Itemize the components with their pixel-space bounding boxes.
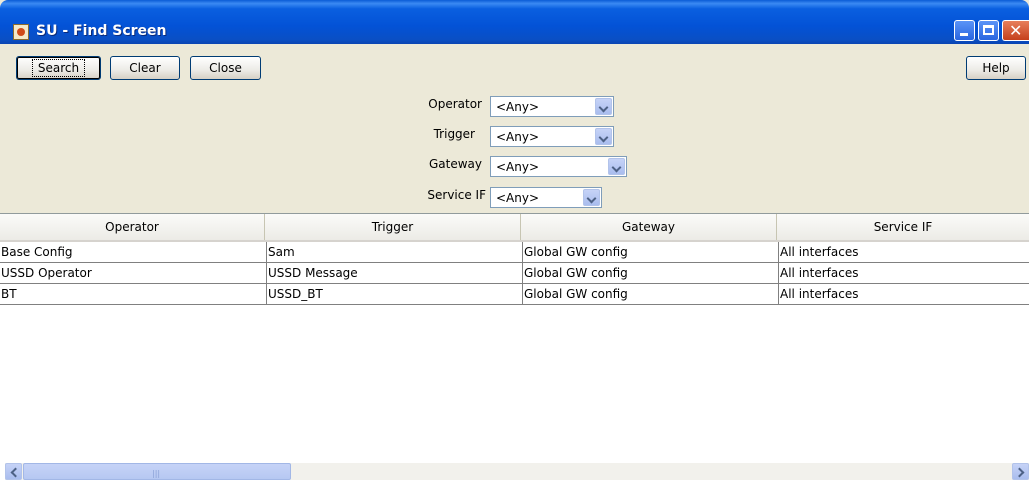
- cell-trigger: USSD Message: [267, 263, 523, 284]
- maximize-icon[interactable]: [978, 20, 999, 41]
- cell-gateway: Global GW config: [523, 263, 779, 284]
- service-if-label: Service IF: [427, 188, 486, 202]
- scrollbar-grip: |||: [152, 469, 161, 478]
- gateway-combo[interactable]: <Any>: [490, 156, 627, 177]
- cell-gateway: Global GW config: [523, 284, 779, 305]
- operator-label: Operator: [428, 97, 482, 111]
- chevron-down-icon[interactable]: [595, 128, 612, 145]
- operator-combo-value: <Any>: [496, 100, 540, 114]
- cell-operator: USSD Operator: [0, 263, 267, 284]
- chevron-down-icon[interactable]: [595, 98, 612, 115]
- search-button-label: Search: [31, 59, 86, 77]
- close-button[interactable]: Close: [190, 56, 261, 80]
- chevron-down-icon[interactable]: [583, 189, 600, 206]
- title-bar[interactable]: SU - Find Screen ✕: [0, 0, 1029, 44]
- chevron-down-icon[interactable]: [608, 158, 625, 175]
- cell-trigger: USSD_BT: [267, 284, 523, 305]
- service-if-combo-value: <Any>: [496, 191, 540, 205]
- column-header-trigger[interactable]: Trigger: [265, 214, 521, 240]
- gateway-label: Gateway: [428, 157, 482, 171]
- scroll-right-icon[interactable]: [1012, 463, 1029, 480]
- close-icon[interactable]: ✕: [1002, 20, 1029, 41]
- search-button[interactable]: Search: [16, 56, 101, 80]
- cell-operator: Base Config: [0, 242, 267, 263]
- gateway-combo-value: <Any>: [496, 160, 540, 174]
- clear-button[interactable]: Clear: [110, 56, 180, 80]
- table-header: Operator Trigger Gateway Service IF: [0, 214, 1029, 242]
- cell-service-if: All interfaces: [779, 242, 1029, 263]
- scroll-left-icon[interactable]: [5, 463, 22, 480]
- table-row[interactable]: Base Config Sam Global GW config All int…: [0, 242, 1029, 263]
- column-header-operator[interactable]: Operator: [0, 214, 265, 240]
- service-if-combo[interactable]: <Any>: [490, 187, 602, 208]
- help-button-label: Help: [982, 61, 1010, 75]
- close-button-label: Close: [209, 61, 242, 75]
- minimize-icon[interactable]: [954, 20, 975, 41]
- table-row[interactable]: BT USSD_BT Global GW config All interfac…: [0, 284, 1029, 305]
- operator-combo[interactable]: <Any>: [490, 96, 614, 117]
- cell-service-if: All interfaces: [779, 263, 1029, 284]
- cell-gateway: Global GW config: [523, 242, 779, 263]
- cell-trigger: Sam: [267, 242, 523, 263]
- column-header-gateway[interactable]: Gateway: [521, 214, 777, 240]
- horizontal-scrollbar[interactable]: |||: [5, 463, 1029, 480]
- trigger-combo-value: <Any>: [496, 130, 540, 144]
- window-title: SU - Find Screen: [36, 23, 167, 39]
- find-screen-window: SU - Find Screen ✕ Search Clear Close He…: [0, 0, 1029, 484]
- table-row[interactable]: USSD Operator USSD Message Global GW con…: [0, 263, 1029, 284]
- java-app-icon: [13, 24, 29, 40]
- clear-button-label: Clear: [129, 61, 161, 75]
- scrollbar-thumb[interactable]: |||: [23, 463, 291, 480]
- results-table: Operator Trigger Gateway Service IF Base…: [0, 213, 1029, 484]
- trigger-combo[interactable]: <Any>: [490, 126, 614, 147]
- column-header-service-if[interactable]: Service IF: [777, 214, 1029, 240]
- cell-service-if: All interfaces: [779, 284, 1029, 305]
- help-button[interactable]: Help: [966, 56, 1026, 80]
- trigger-label: Trigger: [433, 127, 475, 141]
- cell-operator: BT: [0, 284, 267, 305]
